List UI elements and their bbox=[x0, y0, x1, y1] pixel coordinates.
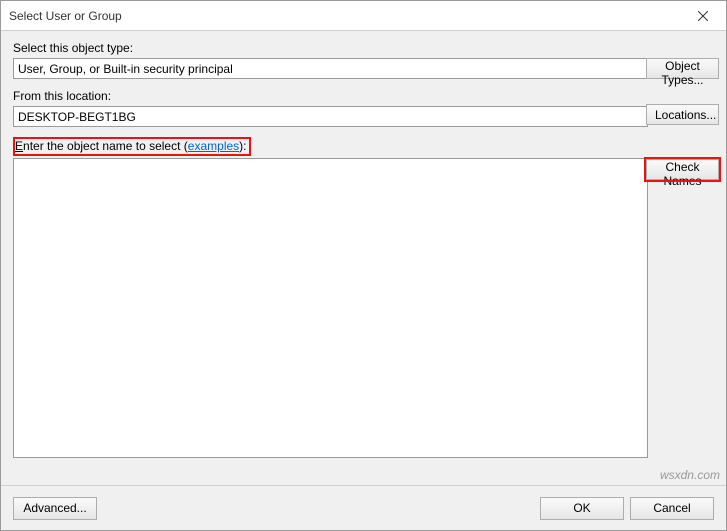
location-label: From this location: bbox=[13, 89, 648, 103]
object-type-field[interactable] bbox=[13, 58, 648, 79]
location-field[interactable] bbox=[13, 106, 648, 127]
bottom-bar: Advanced... OK Cancel bbox=[1, 485, 726, 530]
ok-button[interactable]: OK bbox=[540, 497, 624, 520]
titlebar: Select User or Group bbox=[1, 1, 726, 31]
close-button[interactable] bbox=[680, 1, 726, 31]
dialog-content: Select this object type: Object Types...… bbox=[1, 31, 726, 471]
object-types-button[interactable]: Object Types... bbox=[646, 58, 719, 79]
window-title: Select User or Group bbox=[9, 9, 122, 23]
check-names-button[interactable]: Check Names bbox=[646, 159, 719, 180]
object-type-label: Select this object type: bbox=[13, 41, 648, 55]
dialog-window: Select User or Group Select this object … bbox=[0, 0, 727, 531]
enter-object-name-label-highlight: Enter the object name to select (example… bbox=[13, 137, 251, 156]
object-name-input[interactable] bbox=[13, 158, 648, 458]
enter-object-name-label: Enter the object name to select (example… bbox=[15, 139, 247, 153]
advanced-button[interactable]: Advanced... bbox=[13, 497, 97, 520]
watermark-text: wsxdn.com bbox=[660, 468, 720, 482]
locations-button[interactable]: Locations... bbox=[646, 104, 719, 125]
examples-link[interactable]: examples bbox=[188, 139, 239, 153]
close-icon bbox=[698, 11, 708, 21]
cancel-button[interactable]: Cancel bbox=[630, 497, 714, 520]
